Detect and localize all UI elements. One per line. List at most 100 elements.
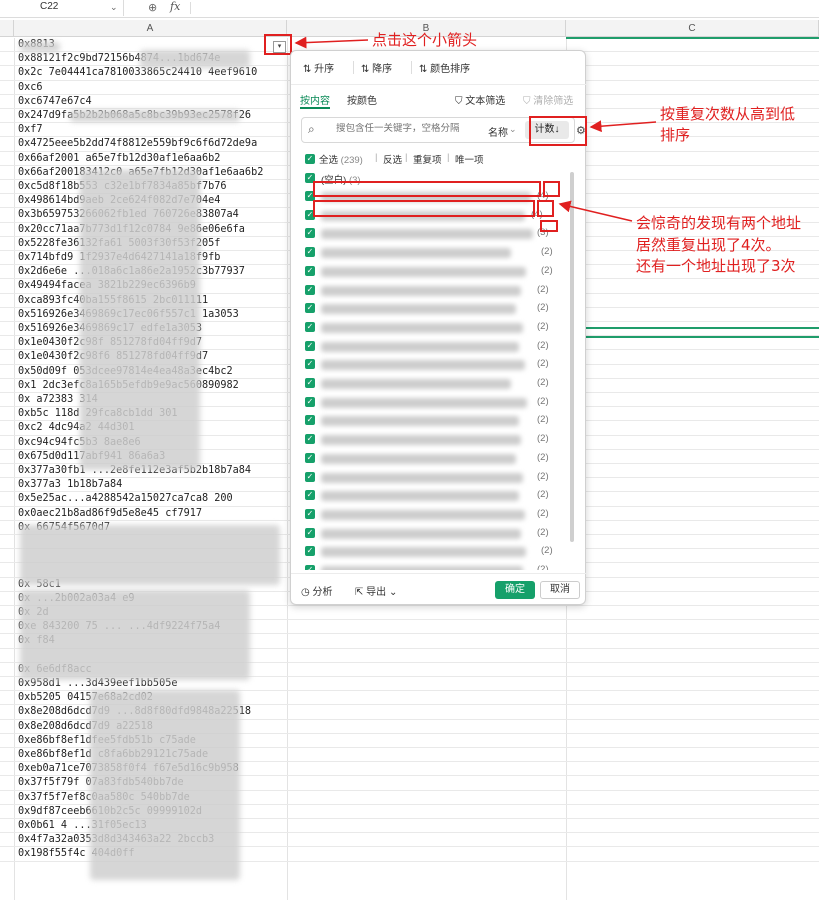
checkbox-checked-icon[interactable]: ✓ — [305, 490, 315, 501]
checkbox-checked-icon[interactable]: ✓ — [305, 471, 315, 482]
checkbox-checked-icon[interactable]: ✓ — [305, 340, 315, 351]
annotation-finding-line3: 还有一个地址出现了3次 — [636, 257, 796, 275]
column-header-a[interactable]: A — [14, 20, 287, 37]
cancel-button[interactable]: 取消 — [540, 581, 580, 599]
highlight-box — [264, 34, 292, 55]
text-filter-label: 文本筛选 — [465, 96, 506, 107]
highlight-box — [313, 181, 541, 197]
cell-a[interactable]: 0xf7 — [14, 123, 286, 137]
blurred-region — [140, 50, 250, 68]
filter-value-list[interactable]: ✓ (空白) (3) ✓ (4) ✓ (4) ✓ (3) ✓ (2) ✓ (2) ✓ (2) ✓ (2) ✓… — [305, 170, 567, 570]
list-item-count: (2) — [541, 545, 553, 557]
blurred-region — [70, 110, 240, 122]
tab-by-content[interactable]: 按内容 — [300, 92, 330, 107]
list-item-count: (2) — [537, 470, 549, 482]
list-item[interactable]: ✓ (2) — [305, 300, 567, 318]
corner-cell[interactable] — [0, 20, 14, 37]
checkbox-checked-icon[interactable]: ✓ — [305, 452, 315, 463]
checkbox-checked-icon[interactable]: ✓ — [305, 434, 315, 445]
divider — [353, 61, 354, 74]
list-item[interactable]: ✓ (2) — [305, 282, 567, 300]
clear-filter-button[interactable]: ⛉ 清除筛选 — [523, 92, 573, 107]
column-header-c[interactable]: C — [566, 20, 819, 37]
checkbox-checked-icon[interactable]: ✓ — [305, 527, 315, 538]
sort-color-button[interactable]: ⇅ 颜色排序 — [419, 60, 470, 75]
chevron-down-icon[interactable]: ⌄ — [509, 124, 517, 135]
selection-line — [566, 336, 819, 338]
list-item[interactable]: ✓ (2) — [305, 562, 567, 570]
cell-a[interactable]: 0x377a3 1b18b7a84 — [14, 478, 286, 492]
chevron-down-icon[interactable]: ⌄ — [110, 2, 118, 13]
list-item-count: (2) — [537, 507, 549, 519]
duplicates-option[interactable]: 重复项 — [413, 152, 442, 166]
text-filter-button[interactable]: ⛉ 文本筛选 — [455, 92, 505, 107]
list-item[interactable]: ✓ (2) — [305, 244, 567, 262]
list-item[interactable]: ✓ (2) — [305, 487, 567, 505]
list-item[interactable]: ✓ (3) — [305, 225, 567, 243]
cell-a[interactable]: 0x4725eee5b2dd74f8812e559bf9c6f6d72de9a — [14, 137, 286, 151]
unique-option[interactable]: 唯一项 — [455, 152, 484, 166]
blurred-address — [321, 491, 519, 502]
blurred-address — [321, 341, 519, 352]
clear-filter-icon: ⛉ — [523, 96, 534, 107]
checkbox-checked-icon[interactable]: ✓ — [305, 228, 315, 239]
checkbox-checked-icon[interactable]: ✓ — [305, 265, 315, 276]
highlight-box — [529, 116, 587, 146]
scrollbar[interactable] — [570, 172, 574, 542]
list-item[interactable]: ✓ (2) — [305, 506, 567, 524]
annotation-finding-line1: 会惊奇的发现有两个地址 — [636, 214, 802, 232]
blurred-address — [321, 248, 511, 259]
blurred-region — [20, 42, 60, 52]
sort-desc-button[interactable]: ⇅ 降序 — [361, 60, 392, 75]
list-item[interactable]: ✓ (2) — [305, 412, 567, 430]
highlight-box — [313, 200, 535, 217]
sort-asc-button[interactable]: ⇅ 升序 — [303, 60, 334, 75]
checkbox-checked-icon[interactable]: ✓ — [305, 284, 315, 295]
checkbox-checked-icon[interactable]: ✓ — [305, 321, 315, 332]
analyze-button[interactable]: ◷ 分析 — [301, 583, 333, 598]
list-item[interactable]: ✓ (2) — [305, 450, 567, 468]
checkbox-checked-icon[interactable]: ✓ — [305, 154, 315, 164]
cell-a[interactable]: 0xc6 — [14, 81, 286, 95]
export-button[interactable]: ⇱ 导出 ⌄ — [355, 583, 397, 598]
checkbox-checked-icon[interactable]: ✓ — [305, 378, 315, 388]
list-item[interactable]: ✓ (2) — [305, 319, 567, 337]
blurred-address — [321, 322, 523, 333]
cell-a[interactable]: 0x66af2001 a65e7fb12d30af1e6aa6b2 — [14, 152, 286, 166]
name-box[interactable]: C22 — [0, 0, 124, 16]
checkbox-checked-icon[interactable]: ✓ — [305, 415, 315, 426]
checkbox-checked-icon[interactable]: ✓ — [305, 247, 315, 258]
invert-selection-option[interactable]: 反选 — [383, 152, 402, 166]
filter-tabs: 按内容 按颜色 ⛉ 文本筛选 ⛉ 清除筛选 — [291, 89, 587, 109]
checkbox-checked-icon[interactable]: ✓ — [305, 303, 315, 314]
cell-a[interactable]: 0x5e25ac...a4288542a15027ca7ca8 200 — [14, 492, 286, 506]
checkbox-checked-icon[interactable]: ✓ — [305, 396, 315, 407]
list-item[interactable]: ✓ (2) — [305, 338, 567, 356]
list-item[interactable]: ✓ (2) — [305, 525, 567, 543]
cell-a[interactable]: 0x2c 7e04441ca7810033865c24410 4eef9610 — [14, 66, 286, 80]
list-item[interactable]: ✓ (2) — [305, 263, 567, 281]
checkbox-checked-icon[interactable]: ✓ — [305, 546, 315, 557]
list-item[interactable]: ✓ (2) — [305, 431, 567, 449]
select-all-option[interactable]: 全选 (239) — [319, 152, 363, 166]
checkbox-checked-icon[interactable]: ✓ — [305, 565, 315, 570]
ok-button[interactable]: 确定 — [495, 581, 535, 599]
filter-search-input[interactable] — [336, 123, 476, 134]
formula-bar: C22 ⌄ ⊕ fx — [0, 0, 819, 18]
checkbox-checked-icon[interactable]: ✓ — [305, 508, 315, 519]
list-item[interactable]: ✓ (2) — [305, 543, 567, 561]
blurred-address — [321, 229, 533, 240]
zoom-icon[interactable]: ⊕ — [148, 1, 157, 14]
fx-icon[interactable]: fx — [170, 0, 180, 13]
list-item[interactable]: ✓ (2) — [305, 394, 567, 412]
list-item[interactable]: ✓ (2) — [305, 375, 567, 393]
cell-a[interactable]: 0xc6747e67c4 — [14, 95, 286, 109]
cell-a[interactable]: 0x0aec21b8ad86f9d5e8e45 cf7917 — [14, 507, 286, 521]
tab-by-color[interactable]: 按颜色 — [347, 92, 377, 107]
list-item[interactable]: ✓ (2) — [305, 356, 567, 374]
sort-by-name-option[interactable]: 名称 — [488, 124, 508, 139]
blurred-address — [321, 397, 527, 408]
checkbox-checked-icon[interactable]: ✓ — [305, 359, 315, 370]
list-item[interactable]: ✓ (2) — [305, 469, 567, 487]
annotation-click-arrow: 点击这个小箭头 — [372, 31, 478, 49]
